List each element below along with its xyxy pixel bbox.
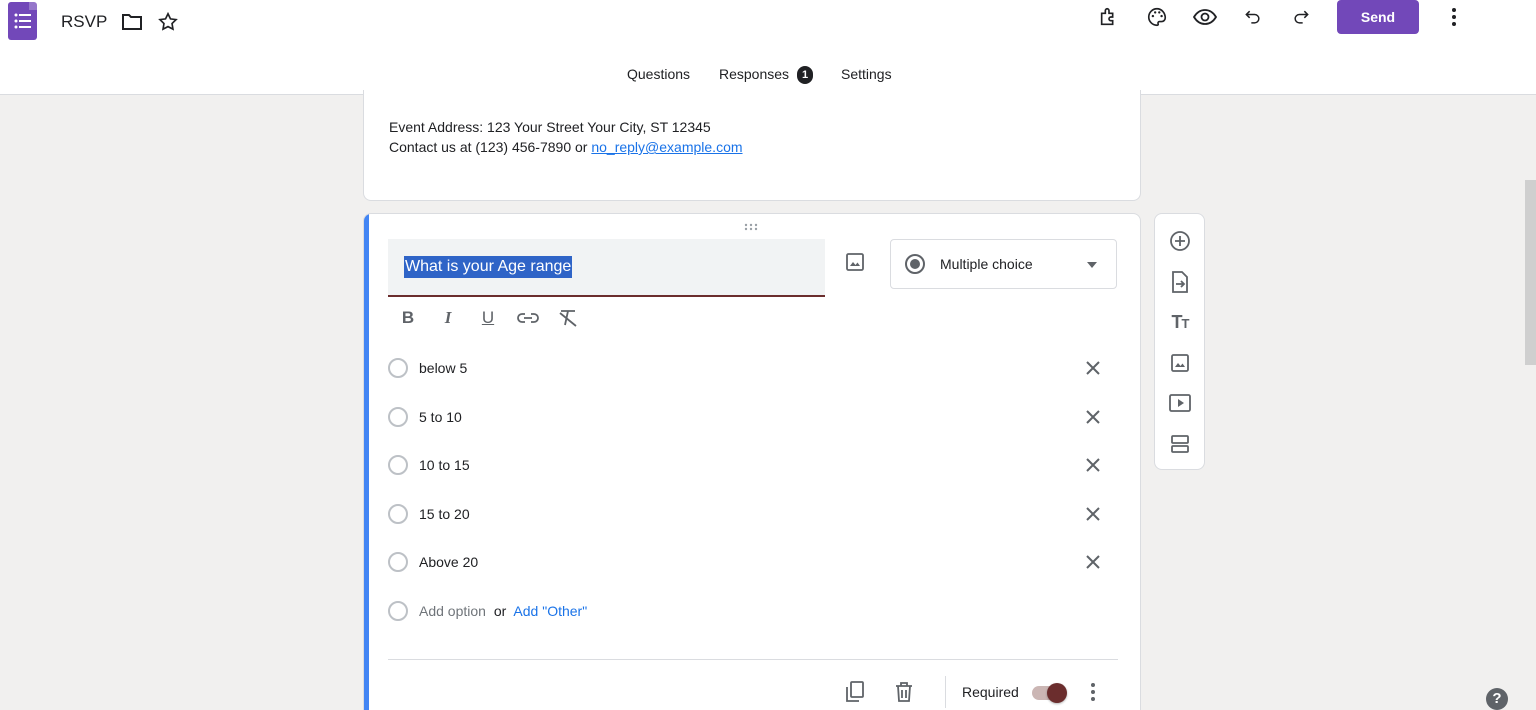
option-label[interactable]: below 5 (419, 360, 467, 376)
option-label[interactable]: 15 to 20 (419, 506, 470, 522)
tab-responses-label: Responses (719, 66, 790, 82)
form-title[interactable]: RSVP (61, 12, 107, 32)
question-card[interactable]: What is your Age range Multiple choice B… (363, 213, 1141, 710)
add-image-icon[interactable] (845, 252, 867, 274)
option-row: 5 to 10 (388, 397, 1108, 437)
contact-email-link[interactable]: no_reply@example.com (591, 139, 742, 155)
list-icon (14, 13, 31, 29)
required-toggle[interactable] (1030, 683, 1068, 703)
redo-icon[interactable] (1289, 5, 1313, 29)
add-option-button[interactable]: Add option (419, 603, 486, 619)
question-title-field[interactable]: What is your Age range (388, 239, 825, 297)
more-vert-icon[interactable] (1442, 5, 1466, 29)
add-other-button[interactable]: Add "Other" (513, 603, 587, 619)
import-questions-icon[interactable] (1168, 270, 1192, 294)
contact-line: Contact us at (123) 456-7890 or no_reply… (389, 137, 743, 157)
form-description: Event Address: 123 Your Street Your City… (389, 117, 743, 157)
option-row: below 5 (388, 348, 1108, 388)
responses-count-badge: 1 (797, 66, 814, 84)
add-question-icon[interactable] (1168, 229, 1192, 253)
option-radio (388, 407, 408, 427)
option-radio (388, 358, 408, 378)
delete-icon[interactable] (892, 680, 916, 704)
tab-questions[interactable]: Questions (627, 66, 690, 82)
add-video-icon[interactable] (1168, 391, 1192, 415)
remove-option-icon[interactable] (1081, 550, 1105, 574)
tab-settings[interactable]: Settings (841, 66, 892, 82)
option-label[interactable]: Above 20 (419, 554, 478, 570)
italic-icon[interactable]: I (436, 306, 460, 330)
question-title[interactable]: What is your Age range (404, 256, 573, 278)
top-header: RSVP Send Questions Responses 1 Settings (0, 0, 1536, 95)
question-more-icon[interactable] (1081, 680, 1105, 704)
chevron-down-icon (1087, 262, 1097, 268)
side-toolbar: TT (1154, 213, 1205, 470)
remove-option-icon[interactable] (1081, 502, 1105, 526)
remove-option-icon[interactable] (1081, 453, 1105, 477)
remove-option-icon[interactable] (1081, 356, 1105, 380)
tab-responses[interactable]: Responses 1 (719, 66, 814, 84)
option-radio (388, 601, 408, 621)
underline-icon[interactable]: U (476, 306, 500, 330)
send-button[interactable]: Send (1337, 0, 1419, 34)
add-option-line: Add option or Add "Other" (419, 603, 587, 619)
drag-handle-icon[interactable] (744, 220, 760, 234)
help-icon[interactable]: ? (1486, 688, 1508, 710)
add-option-row: Add option or Add "Other" (388, 591, 1108, 631)
option-radio (388, 455, 408, 475)
or-text: or (493, 603, 507, 619)
addons-icon[interactable] (1097, 5, 1121, 29)
star-icon[interactable] (156, 10, 180, 34)
clear-formatting-icon[interactable] (556, 306, 580, 330)
bold-icon[interactable]: B (396, 306, 420, 330)
forms-app-icon[interactable] (8, 2, 37, 40)
remove-option-icon[interactable] (1081, 405, 1105, 429)
question-type-select[interactable]: Multiple choice (890, 239, 1117, 289)
page-scrollbar[interactable] (1525, 180, 1536, 365)
event-address: Event Address: 123 Your Street Your City… (389, 119, 711, 135)
option-row: 15 to 20 (388, 494, 1108, 534)
add-title-icon[interactable]: TT (1168, 310, 1192, 334)
option-row: Above 20 (388, 542, 1108, 582)
required-label: Required (962, 684, 1019, 700)
option-label[interactable]: 5 to 10 (419, 409, 462, 425)
radio-checked-icon (905, 254, 925, 274)
palette-icon[interactable] (1145, 5, 1169, 29)
duplicate-icon[interactable] (843, 680, 867, 704)
footer-divider (388, 659, 1118, 660)
toggle-knob (1047, 683, 1067, 703)
folder-icon[interactable] (120, 10, 144, 34)
add-section-icon[interactable] (1168, 432, 1192, 456)
undo-icon[interactable] (1241, 5, 1265, 29)
question-type-label: Multiple choice (940, 256, 1033, 272)
option-row: 10 to 15 (388, 445, 1108, 485)
contact-prefix: Contact us at (123) 456-7890 or (389, 139, 592, 155)
option-label[interactable]: 10 to 15 (419, 457, 470, 473)
tab-bar: Questions Responses 1 Settings (0, 56, 1536, 94)
form-description-card[interactable]: Event Address: 123 Your Street Your City… (363, 90, 1141, 201)
active-question-indicator (364, 214, 369, 710)
option-radio (388, 552, 408, 572)
add-image-icon[interactable] (1168, 351, 1192, 375)
footer-separator (945, 676, 946, 708)
option-radio (388, 504, 408, 524)
preview-icon[interactable] (1193, 5, 1217, 29)
link-icon[interactable] (516, 306, 540, 330)
